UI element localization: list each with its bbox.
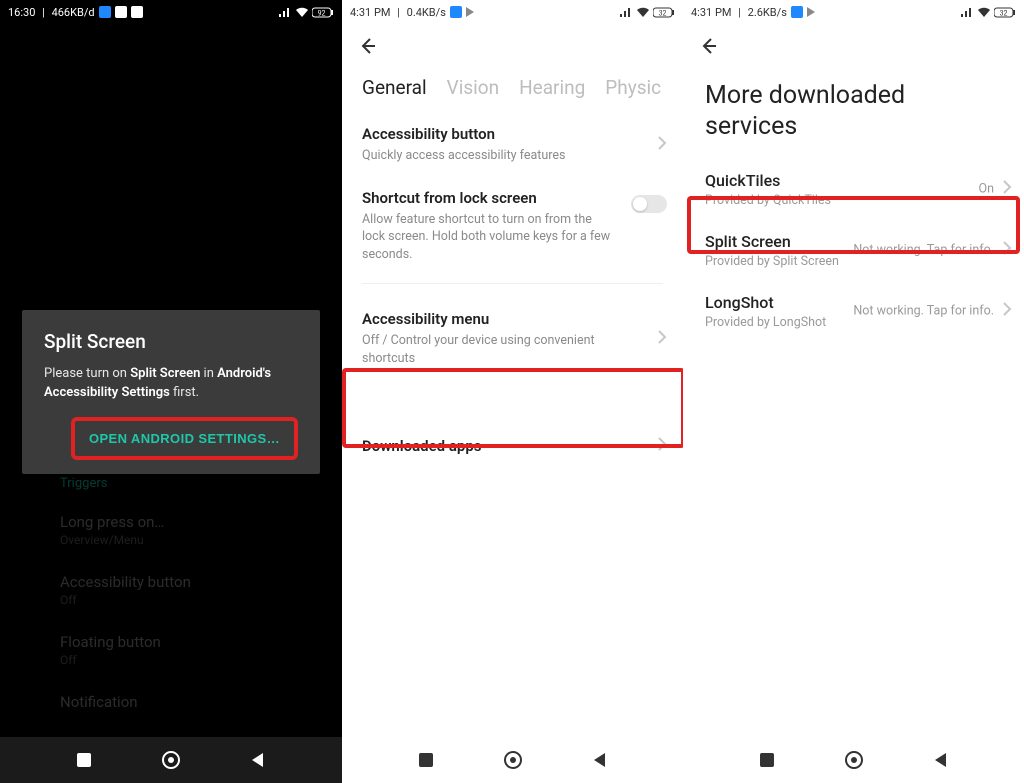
dialog-message: Please turn on Split Screen in Android's… <box>44 365 298 403</box>
signal-icon <box>278 7 292 18</box>
chevron-right-icon <box>1002 179 1012 199</box>
status-bar: 4:31 PM | 0.4KB/s 32 <box>342 0 683 24</box>
list-item: Notification <box>60 693 322 711</box>
chevron-right-icon <box>657 329 667 349</box>
service-split-screen[interactable]: Split Screen Provided by Split Screen No… <box>683 220 1024 281</box>
tab-hearing[interactable]: Hearing <box>519 76 585 99</box>
service-longshot[interactable]: LongShot Provided by LongShot Not workin… <box>683 281 1024 342</box>
list-item: Long press on… Overview/Menu <box>60 513 322 547</box>
app-badge-icon <box>791 6 803 18</box>
setting-accessibility-button[interactable]: Accessibility button Quickly access acce… <box>342 113 683 177</box>
battery-icon: 32 <box>653 7 675 18</box>
screenshot-2: 4:31 PM | 0.4KB/s 32 General Vision Hear… <box>342 0 683 783</box>
play-icon <box>466 7 474 17</box>
app-badge-icon <box>99 6 111 18</box>
status-net: | <box>39 6 47 19</box>
nav-bar <box>342 737 683 783</box>
status-net-speed: 466KB/d <box>52 6 95 19</box>
wifi-icon <box>636 7 650 18</box>
chevron-right-icon <box>1002 240 1012 260</box>
service-status: Not working. Tap for info. <box>853 304 994 319</box>
play-icon <box>807 7 815 17</box>
back-button[interactable] <box>247 749 269 771</box>
signal-icon <box>619 7 633 18</box>
battery-icon: 92 <box>312 7 334 18</box>
status-time: 16:30 <box>8 6 35 19</box>
back-button[interactable] <box>930 749 952 771</box>
app-badge-icon <box>450 6 462 18</box>
status-net-speed: 0.4KB/s <box>407 6 446 19</box>
tab-vision[interactable]: Vision <box>447 76 499 99</box>
setting-accessibility-menu[interactable]: Accessibility menu Off / Control your de… <box>342 292 683 385</box>
chevron-right-icon <box>657 135 667 155</box>
section-header: Triggers <box>60 476 322 491</box>
tab-general[interactable]: General <box>362 76 427 99</box>
screenshot-3: 4:31 PM | 2.6KB/s 32 More downloaded ser… <box>683 0 1024 783</box>
back-icon[interactable] <box>697 35 719 61</box>
setting-downloaded-apps[interactable]: Downloaded apps <box>342 415 683 477</box>
back-button[interactable] <box>589 749 611 771</box>
nav-bar <box>683 737 1024 783</box>
status-bar: 16:30 | 466KB/d 92 <box>0 0 342 24</box>
tab-physical[interactable]: Physic <box>605 76 661 99</box>
service-status: Not working. Tap for info. <box>853 243 994 258</box>
home-button[interactable] <box>502 749 524 771</box>
nav-bar <box>0 737 342 783</box>
wifi-icon <box>977 7 991 18</box>
permission-dialog: Split Screen Please turn on Split Screen… <box>22 310 320 474</box>
open-settings-button[interactable]: OPEN ANDROID SETTINGS… <box>79 423 290 454</box>
status-net-speed: 2.6KB/s <box>748 6 787 19</box>
list-item: Floating button Off <box>60 633 322 667</box>
page-title: More downloaded services <box>683 72 1024 159</box>
setting-shortcut-lockscreen[interactable]: Shortcut from lock screen Allow feature … <box>342 177 683 276</box>
battery-icon: 32 <box>994 7 1016 18</box>
wifi-icon <box>295 7 309 18</box>
dialog-title: Split Screen <box>44 330 298 353</box>
app-badge-icon <box>115 6 127 18</box>
status-time: 4:31 PM <box>691 6 731 19</box>
status-bar: 4:31 PM | 2.6KB/s 32 <box>683 0 1024 24</box>
recents-button[interactable] <box>756 749 778 771</box>
svg-text:32: 32 <box>659 9 667 17</box>
chevron-right-icon <box>1002 301 1012 321</box>
back-icon[interactable] <box>356 35 378 61</box>
signal-icon <box>960 7 974 18</box>
home-button[interactable] <box>843 749 865 771</box>
recents-button[interactable] <box>415 749 437 771</box>
status-time: 4:31 PM <box>350 6 390 19</box>
service-quicktiles[interactable]: QuickTiles Provided by QuickTiles On <box>683 159 1024 220</box>
recents-button[interactable] <box>73 749 95 771</box>
home-button[interactable] <box>160 749 182 771</box>
divider <box>362 283 663 284</box>
svg-text:32: 32 <box>1000 9 1008 17</box>
app-badge-icon <box>131 6 143 18</box>
highlight-box: OPEN ANDROID SETTINGS… <box>71 417 298 460</box>
service-status: On <box>978 182 994 197</box>
toggle-switch[interactable] <box>631 195 667 213</box>
background-settings-list: Triggers Long press on… Overview/Menu Ac… <box>60 476 322 737</box>
svg-text:92: 92 <box>318 9 326 17</box>
screenshot-1: 16:30 | 466KB/d 92 Split Screen Please t… <box>0 0 342 783</box>
accessibility-tabs: General Vision Hearing Physic <box>342 72 683 113</box>
list-item: Accessibility button Off <box>60 573 322 607</box>
chevron-right-icon <box>657 436 667 456</box>
